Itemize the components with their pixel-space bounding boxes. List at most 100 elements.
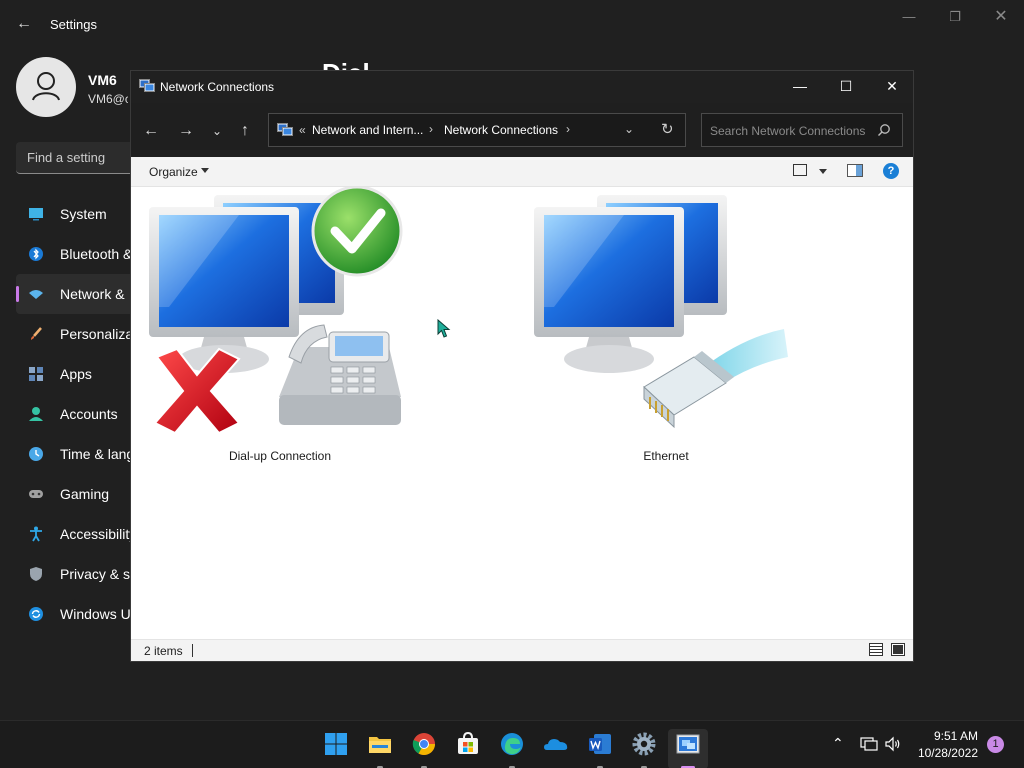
chevron-right-icon[interactable]: › (566, 122, 570, 136)
settings-title: Settings (50, 17, 97, 32)
notification-badge[interactable]: 1 (987, 736, 1004, 753)
sidebar-item-label: Accessibility (60, 526, 137, 542)
ethernet-connection-icon (534, 195, 788, 429)
minimize-button[interactable]: — (886, 6, 932, 28)
avatar[interactable] (16, 57, 76, 117)
sidebar-item-label: Bluetooth & (60, 246, 133, 262)
person-icon (32, 72, 60, 101)
chevron-down-icon[interactable] (819, 169, 827, 174)
sidebar-item-label: Gaming (60, 486, 110, 502)
user-email: VM6@c (88, 92, 128, 106)
preview-pane-icon[interactable] (847, 164, 863, 177)
sidebar-item-label: Time & lang (60, 446, 135, 462)
wifi-icon (29, 290, 43, 299)
network-connections-icon (277, 123, 293, 136)
chrome-icon (412, 733, 435, 755)
user-name: VM6 (88, 72, 117, 88)
up-arrow-icon[interactable]: ↑ (233, 119, 257, 143)
back-arrow-icon[interactable]: ← (139, 119, 163, 143)
command-bar: Organize ? (131, 157, 913, 187)
clock-icon (29, 447, 43, 461)
start-icon (325, 733, 347, 755)
list-item-ethernet[interactable]: Ethernet (534, 187, 798, 477)
network-connections-icon (676, 734, 700, 754)
clock-time[interactable]: 9:51 AM (918, 729, 978, 743)
details-view-icon[interactable] (869, 643, 883, 656)
gamepad-icon (29, 490, 43, 498)
sidebar-item-label: Network & (60, 286, 125, 302)
recent-locations-chevron-icon[interactable]: ⌄ (205, 119, 229, 143)
shield-icon (30, 567, 42, 581)
network-connections-window: Network Connections — ☐ ✕ ← → ⌄ ↑ « Netw… (130, 70, 914, 662)
chevron-down-icon[interactable] (201, 168, 209, 173)
taskbar-settings[interactable] (624, 729, 664, 768)
clock-date[interactable]: 10/28/2022 (908, 746, 978, 760)
start-button[interactable] (316, 729, 356, 768)
sidebar-item-label: Windows U (60, 606, 131, 622)
sidebar-item-label: System (60, 206, 107, 222)
onedrive-icon (544, 739, 568, 750)
close-button[interactable]: ✕ (978, 6, 1024, 28)
organize-button[interactable]: Organize (149, 165, 198, 179)
search-placeholder: Find a setting (27, 150, 106, 165)
monitor-icon (29, 208, 43, 221)
restore-button[interactable]: ❐ (932, 6, 978, 28)
settings-icon (632, 732, 656, 756)
change-view-icon[interactable] (793, 164, 807, 176)
chevron-right-icon[interactable]: › (429, 122, 433, 136)
forward-arrow-icon[interactable]: → (174, 119, 198, 143)
address-overflow[interactable]: « (299, 123, 306, 137)
sidebar-item-label: Accounts (60, 406, 118, 422)
brush-icon (31, 327, 42, 340)
window-title: Network Connections (160, 80, 275, 94)
close-button[interactable]: ✕ (869, 71, 915, 103)
chevron-down-icon[interactable]: ⌄ (624, 122, 634, 136)
file-explorer-icon (369, 737, 391, 753)
item-label: Dial-up Connection (228, 449, 332, 463)
item-label: Ethernet (643, 449, 689, 463)
address-bar[interactable]: « Network and Intern... › Network Connec… (268, 113, 686, 147)
back-arrow-icon[interactable]: ← (14, 14, 34, 34)
breadcrumb[interactable]: Network and Intern... (312, 123, 423, 137)
maximize-button[interactable]: ☐ (823, 71, 869, 103)
minimize-button[interactable]: — (777, 71, 823, 103)
search-input[interactable]: Search Network Connections (701, 113, 903, 147)
network-icon[interactable] (860, 735, 878, 753)
file-list: Dial-up Connection Ethernet (131, 185, 913, 639)
sidebar-item-label: Personaliza (60, 326, 134, 342)
sidebar-item-label: Privacy & se (60, 566, 138, 582)
person-icon (29, 407, 43, 421)
dialup-connection-icon (149, 185, 403, 435)
store-icon (458, 732, 478, 754)
refresh-icon[interactable]: ↻ (661, 120, 674, 138)
bluetooth-icon (29, 247, 43, 261)
status-bar: 2 items (131, 639, 913, 661)
search-placeholder: Search Network Connections (710, 124, 866, 138)
taskbar-onedrive[interactable] (536, 729, 576, 768)
item-count: 2 items (144, 644, 183, 658)
large-icons-view-icon[interactable] (891, 643, 905, 656)
search-icon (878, 124, 890, 136)
mouse-cursor-icon (437, 319, 451, 338)
word-icon (589, 734, 611, 754)
navigation-toolbar: ← → ⌄ ↑ « Network and Intern... › Networ… (131, 103, 913, 157)
taskbar-word[interactable] (580, 729, 620, 768)
taskbar-chrome[interactable] (404, 729, 444, 768)
network-connections-icon (139, 79, 155, 92)
volume-icon[interactable] (884, 735, 902, 753)
settings-titlebar: ← Settings — ❐ ✕ (0, 0, 1024, 48)
list-item-dialup[interactable]: Dial-up Connection (149, 185, 411, 477)
chevron-up-icon[interactable]: ⌃ (832, 735, 844, 752)
taskbar-network-connections[interactable] (668, 729, 708, 768)
update-icon (29, 607, 43, 621)
help-icon[interactable]: ? (883, 163, 899, 179)
apps-icon (29, 367, 43, 381)
taskbar-file-explorer[interactable] (360, 729, 400, 768)
taskbar-store[interactable] (448, 729, 488, 768)
breadcrumb[interactable]: Network Connections (444, 123, 558, 137)
taskbar-edge[interactable] (492, 729, 532, 768)
taskbar: ⌃ 9:51 AM 10/28/2022 1 (0, 720, 1024, 768)
window-titlebar[interactable]: Network Connections — ☐ ✕ (131, 71, 913, 103)
sidebar-item-label: Apps (60, 366, 92, 382)
divider (192, 644, 193, 657)
